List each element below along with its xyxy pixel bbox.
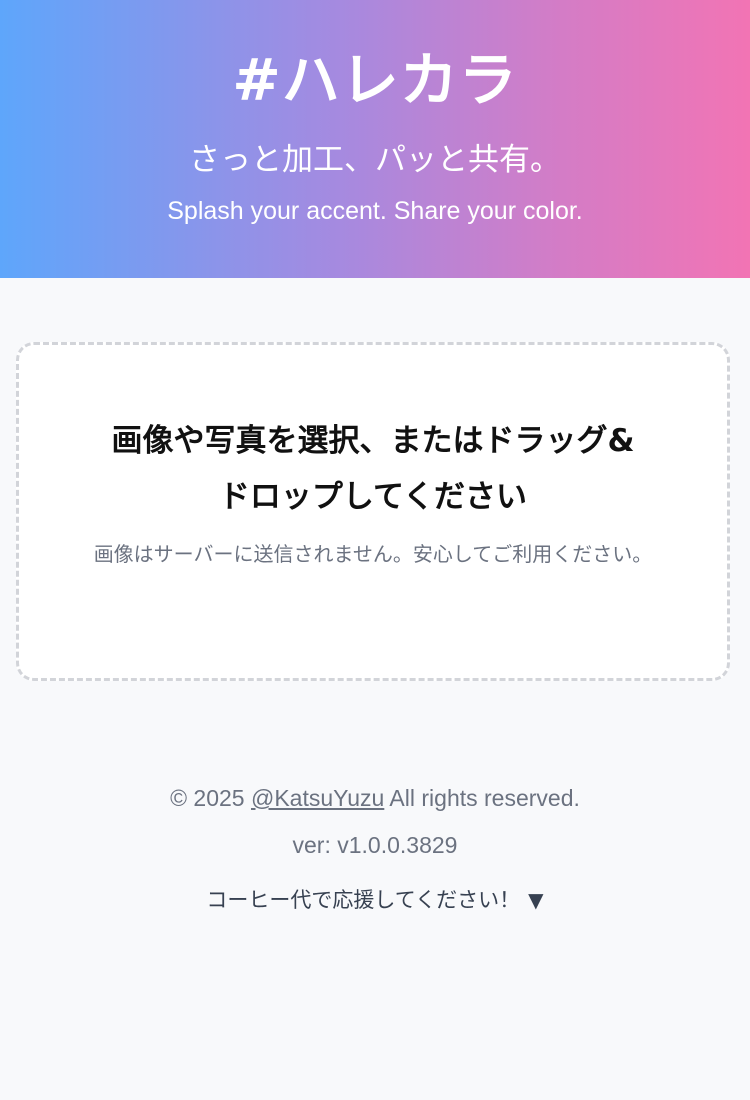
image-drop-zone[interactable]: 画像や写真を選択、またはドラッグ& ドロップしてください 画像はサーバーに送信さ… bbox=[16, 342, 730, 681]
drop-zone-title: 画像や写真を選択、またはドラッグ& ドロップしてください bbox=[79, 413, 667, 525]
tagline-english: Splash your accent. Share your color. bbox=[167, 197, 583, 225]
support-toggle[interactable]: コーヒー代で応援してください！ ▼ bbox=[206, 882, 543, 918]
support-label: コーヒー代で応援してください！ bbox=[206, 888, 521, 912]
copyright-text: © 2025 @KatsuYuzu All rights reserved. bbox=[0, 780, 750, 816]
triangle-down-icon: ▼ bbox=[528, 888, 544, 912]
author-link[interactable]: @KatsuYuzu bbox=[251, 785, 384, 811]
tagline-japanese: さっと加工、パッと共有。 bbox=[189, 142, 561, 178]
version-text: ver: v1.0.0.3829 bbox=[292, 832, 458, 858]
app-header: #ハレカラ さっと加工、パッと共有。 Splash your accent. S… bbox=[0, 0, 750, 278]
copyright-suffix: All rights reserved. bbox=[384, 785, 580, 811]
copyright-prefix: © 2025 bbox=[170, 785, 251, 811]
privacy-note: 画像はサーバーに送信されません。安心してご利用ください。 bbox=[93, 542, 653, 566]
footer: © 2025 @KatsuYuzu All rights reserved. v… bbox=[0, 780, 750, 918]
drop-zone-title-line1: 画像や写真を選択、またはドラッグ& bbox=[111, 423, 635, 459]
drop-zone-title-line2: ドロップしてください bbox=[218, 479, 528, 515]
app-title: #ハレカラ bbox=[232, 46, 518, 114]
